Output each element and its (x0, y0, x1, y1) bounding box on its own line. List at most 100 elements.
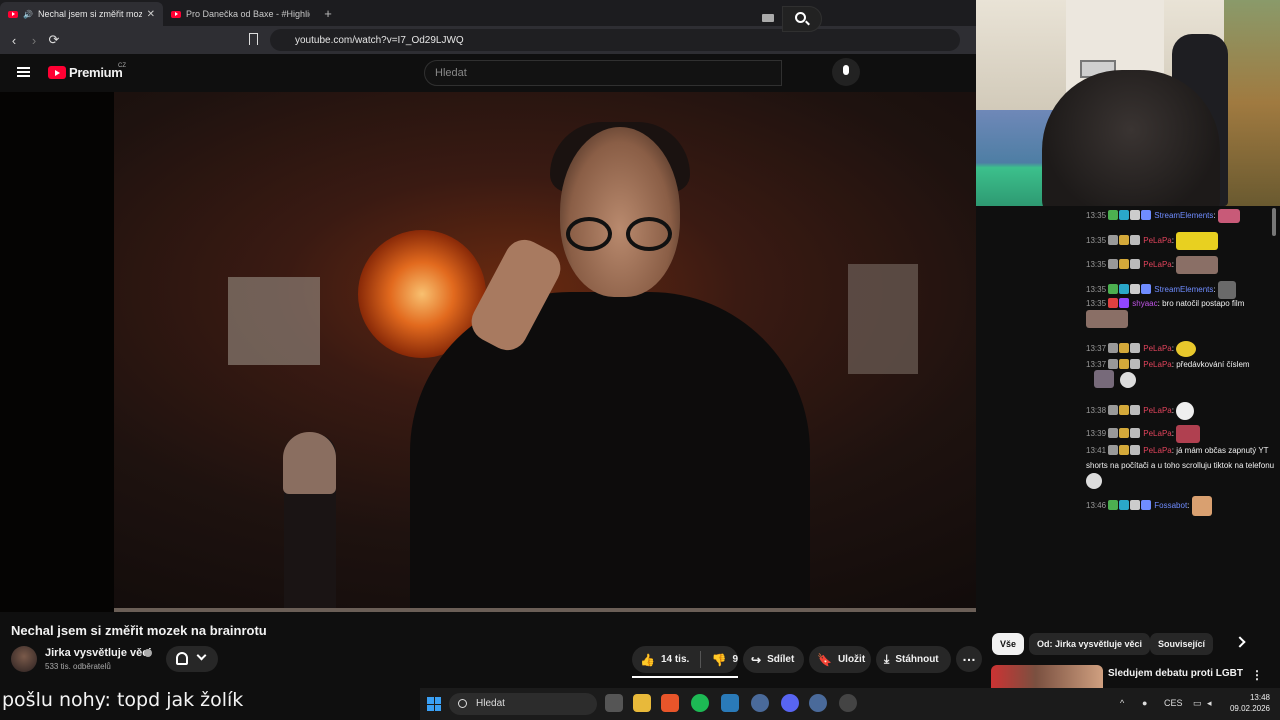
recommended-title[interactable]: Sledujem debatu proti LGBT (1108, 668, 1243, 679)
brave-browser-icon[interactable] (661, 694, 679, 712)
badge-icon (1108, 428, 1119, 439)
chevron-up-icon[interactable]: ^ (1120, 698, 1124, 708)
subscriber-count: 533 tis. odběratelů (45, 662, 111, 671)
new-tab-button[interactable]: + (318, 2, 338, 26)
chat-time: 13:35 (1086, 285, 1107, 295)
youtube-logo-icon (48, 66, 66, 79)
video-player[interactable] (0, 92, 976, 612)
microphone-icon[interactable]: ● (1142, 698, 1147, 708)
address-bar: ‹ › ⟳ youtube.com/watch?v=I7_Od29LJWQ (0, 26, 976, 54)
back-icon[interactable]: ‹ (4, 33, 24, 48)
chat-username[interactable]: PeLaPa (1143, 260, 1171, 269)
emote-icon (1086, 310, 1128, 328)
app-icon[interactable] (839, 694, 857, 712)
chat-text: předávkování číslem (1176, 360, 1250, 369)
badge-icon (1119, 298, 1130, 308)
reload-icon[interactable]: ⟳ (44, 32, 64, 48)
app-icon[interactable] (721, 694, 739, 712)
file-explorer-icon[interactable] (633, 694, 651, 712)
chat-username[interactable]: shyaac (1132, 299, 1157, 308)
chip-all[interactable]: Vše (992, 633, 1025, 655)
tab-active[interactable]: 🔊 Nechal jsem si změřit mozek ✕ (0, 2, 163, 26)
chat-username[interactable]: PeLaPa (1143, 344, 1171, 353)
channel-name[interactable]: Jirka vysvětluje věci (45, 647, 151, 659)
youtube-logo[interactable]: Premium (48, 65, 123, 80)
badge-icon (1119, 259, 1130, 270)
kebab-menu-icon[interactable]: ⋮ (1251, 668, 1263, 682)
hamburger-menu-icon[interactable] (17, 67, 30, 77)
badge-icon (1108, 359, 1119, 369)
video-bottom-edge (114, 608, 976, 612)
badge-icon (1108, 284, 1119, 295)
browser-tab-bar: 🔊 Nechal jsem si změřit mozek ✕ Pro Dane… (0, 0, 976, 26)
bookmark-icon[interactable] (249, 33, 258, 45)
cam-background-window (1224, 0, 1280, 206)
chat-scrollbar[interactable] (1272, 208, 1276, 236)
recommended-thumbnail[interactable] (991, 665, 1103, 690)
stream-chat: 13:35 StreamElements: 13:35 PeLaPa: 13:3… (1084, 206, 1280, 524)
download-button[interactable]: ⤓ Stáhnout (876, 646, 951, 673)
chat-username[interactable]: StreamElements (1154, 285, 1213, 294)
video-title: Nechal jsem si změřit mozek na brainrotu (11, 623, 267, 638)
chat-username[interactable]: StreamElements (1154, 211, 1213, 220)
chat-message: 13:41 PeLaPa: já mám občas zapnutý YT sh… (1086, 443, 1276, 489)
logo-country: CZ (118, 63, 126, 69)
chat-username[interactable]: PeLaPa (1143, 360, 1171, 369)
chat-username[interactable]: PeLaPa (1143, 429, 1171, 438)
badge-icon (1108, 235, 1119, 246)
chat-time: 13:39 (1086, 429, 1107, 439)
emote-icon (1120, 372, 1136, 388)
chat-message: 13:35 PeLaPa: (1086, 256, 1219, 274)
keyboard-icon[interactable] (762, 14, 774, 22)
chat-username[interactable]: PeLaPa (1143, 406, 1171, 415)
logo-text: Premium (69, 65, 123, 80)
chip-from-channel[interactable]: Od: Jirka vysvětluje věci (1029, 633, 1151, 655)
save-button[interactable]: 🔖 Uložit (809, 646, 871, 673)
chat-time: 13:37 (1086, 360, 1107, 369)
url-field[interactable]: youtube.com/watch?v=I7_Od29LJWQ (270, 29, 960, 51)
volume-icon[interactable]: ◂ (1207, 698, 1212, 709)
channel-avatar[interactable] (11, 646, 37, 672)
chevron-right-icon[interactable] (1234, 636, 1246, 648)
bell-icon (176, 652, 188, 665)
app-icon[interactable] (751, 694, 769, 712)
share-button[interactable]: ↪ Sdílet (743, 646, 804, 673)
clock-date: 09.02.2026 (1229, 704, 1270, 713)
thumbs-down-icon[interactable]: 👎 (711, 653, 726, 667)
cam-streamer (1042, 70, 1220, 206)
forward-icon[interactable]: › (24, 33, 44, 48)
more-actions-button[interactable]: … (956, 646, 982, 672)
chat-message: 13:35 StreamElements: (1086, 281, 1236, 299)
badge-icon (1119, 343, 1130, 354)
speaker-icon[interactable]: 🔊 (23, 10, 33, 19)
chat-username[interactable]: PeLaPa (1143, 446, 1171, 455)
emote-icon (1094, 370, 1114, 388)
windows-start-icon[interactable] (427, 697, 441, 711)
chat-username[interactable]: Fossabot (1154, 501, 1187, 510)
chat-username[interactable]: PeLaPa (1143, 236, 1171, 245)
thumbs-up-icon[interactable]: 👍 (640, 653, 655, 667)
search-input[interactable]: Hledat (424, 60, 782, 86)
language-indicator[interactable]: CES (1164, 698, 1183, 708)
like-count[interactable]: 14 tis. (661, 654, 700, 665)
subscribed-bell-button[interactable] (166, 646, 218, 672)
spotify-icon[interactable] (691, 694, 709, 712)
badge-icon (1130, 284, 1141, 295)
close-tab-icon[interactable]: ✕ (147, 9, 155, 20)
network-icon[interactable]: ▭ (1193, 698, 1202, 709)
chat-message: 13:39 PeLaPa: (1086, 425, 1201, 443)
taskbar-search[interactable]: Hledat (449, 693, 597, 715)
taskbar-search-placeholder: Hledat (476, 698, 505, 709)
badge-icon (1119, 359, 1130, 369)
badge-icon (1130, 500, 1141, 511)
chip-related[interactable]: Související (1150, 633, 1214, 655)
taskbar-clock[interactable]: 13:48 09.02.2026 (1226, 692, 1270, 714)
search-icon (795, 12, 806, 23)
discord-icon[interactable] (781, 694, 799, 712)
badge-icon (1119, 210, 1130, 221)
badge-icon (1130, 359, 1141, 369)
app-icon[interactable] (809, 694, 827, 712)
task-view-icon[interactable] (605, 694, 623, 712)
tab-inactive[interactable]: Pro Danečka od Baxe - #Highlights (163, 2, 318, 26)
dislike-count[interactable]: 9 (732, 654, 738, 665)
